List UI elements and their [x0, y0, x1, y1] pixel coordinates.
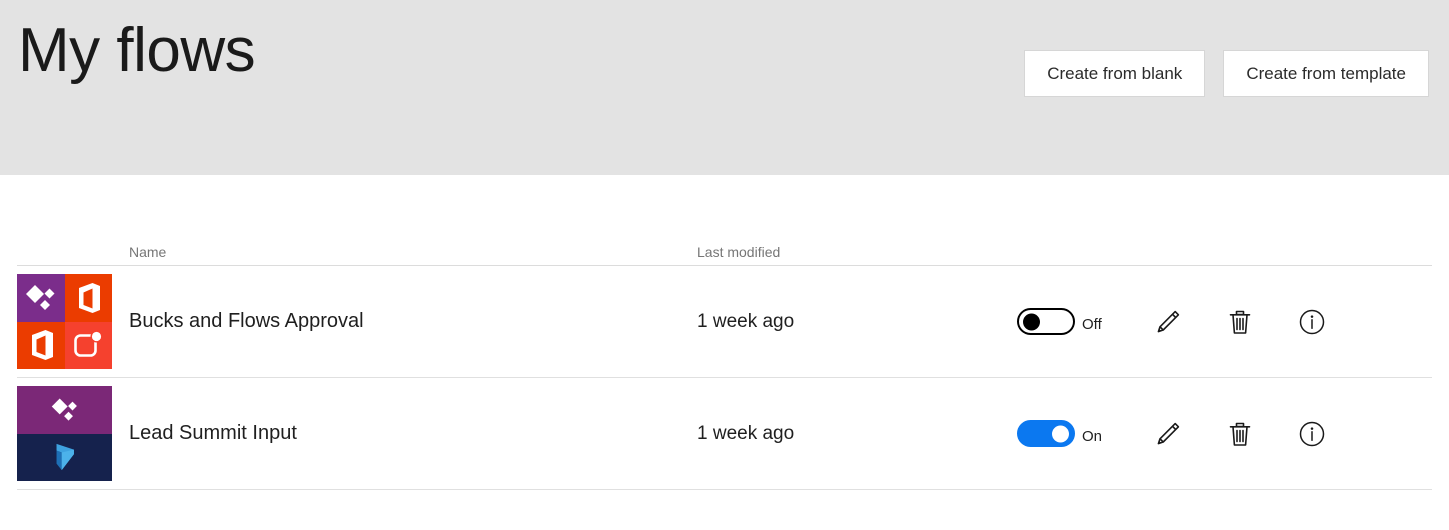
info-flow-cell: [1289, 411, 1361, 457]
page-title: My flows: [18, 16, 256, 85]
tile-cell-office-2: [17, 321, 65, 369]
flow-status-cell: On: [1017, 420, 1145, 447]
column-header-last-modified: Last modified: [697, 244, 781, 261]
tile-cell-office-1: [64, 274, 112, 322]
page-header: My flows Create from blank Create from t…: [0, 0, 1449, 175]
edit-flow-button[interactable]: [1145, 299, 1191, 345]
flow-name-label[interactable]: Lead Summit Input: [129, 422, 297, 444]
info-flow-button[interactable]: [1289, 411, 1335, 457]
office-icon: [31, 330, 53, 361]
table-row[interactable]: Bucks and Flows Approval 1 week ago Off: [17, 266, 1432, 378]
column-header-name: Name: [129, 244, 167, 261]
diamonds-icon: [25, 284, 55, 310]
toggle-knob: [1052, 425, 1069, 442]
toggle-track-off[interactable]: [1017, 308, 1075, 335]
pencil-icon: [1157, 310, 1180, 332]
flow-modified-cell: 1 week ago: [697, 423, 1017, 445]
flow-modified-label: 1 week ago: [697, 422, 795, 444]
flow-modified-label: 1 week ago: [697, 310, 795, 332]
info-icon: [1299, 421, 1325, 446]
edit-flow-cell: [1145, 411, 1217, 457]
flow-name-cell: Bucks and Flows Approval: [129, 310, 697, 333]
delete-flow-cell: [1217, 299, 1289, 345]
toggle-track-on[interactable]: [1017, 420, 1075, 447]
trash-icon: [1229, 310, 1251, 334]
delete-flow-button[interactable]: [1217, 299, 1263, 345]
flow-icon: [17, 274, 129, 369]
create-from-blank-button[interactable]: Create from blank: [1024, 50, 1206, 97]
office-icon: [79, 282, 101, 313]
flow-status-cell: Off: [1017, 308, 1145, 335]
tile-cell-planner: [64, 321, 112, 369]
edit-flow-button[interactable]: [1145, 411, 1191, 457]
flow-modified-cell: 1 week ago: [697, 311, 1017, 333]
trash-icon: [1229, 422, 1251, 446]
flow-name-label[interactable]: Bucks and Flows Approval: [129, 310, 364, 332]
table-header-row: Name Last modified: [17, 230, 1432, 266]
pencil-icon: [1157, 422, 1180, 444]
info-flow-cell: [1289, 299, 1361, 345]
table-row[interactable]: Lead Summit Input 1 week ago On: [17, 378, 1432, 490]
info-icon: [1299, 309, 1325, 334]
flow-icon-tile-halves: [17, 386, 112, 481]
edit-flow-cell: [1145, 299, 1217, 345]
tile-cell-sharepoint: [17, 274, 65, 322]
diamonds-icon: [51, 398, 77, 421]
delete-flow-button[interactable]: [1217, 411, 1263, 457]
create-from-template-button[interactable]: Create from template: [1223, 50, 1429, 97]
header-action-bar: Create from blank Create from template: [1024, 50, 1429, 97]
tile-cell-dynamics: [17, 433, 112, 481]
dynamics-icon: [56, 444, 74, 471]
tile-cell-sharepoint: [17, 386, 112, 434]
toggle-knob: [1023, 313, 1040, 330]
flows-content: Name Last modified Bucks and Flows Appro…: [0, 175, 1449, 530]
planner-icon: [74, 330, 103, 358]
toggle-state-label: Off: [1082, 316, 1102, 333]
flow-icon: [17, 386, 129, 481]
flows-table: Name Last modified Bucks and Flows Appro…: [17, 230, 1432, 490]
flow-icon-tile-quad: [17, 274, 112, 369]
delete-flow-cell: [1217, 411, 1289, 457]
info-flow-button[interactable]: [1289, 299, 1335, 345]
flow-name-cell: Lead Summit Input: [129, 422, 697, 445]
flow-enable-toggle[interactable]: On: [1017, 420, 1145, 447]
flow-enable-toggle[interactable]: Off: [1017, 308, 1145, 335]
toggle-state-label: On: [1082, 428, 1103, 445]
